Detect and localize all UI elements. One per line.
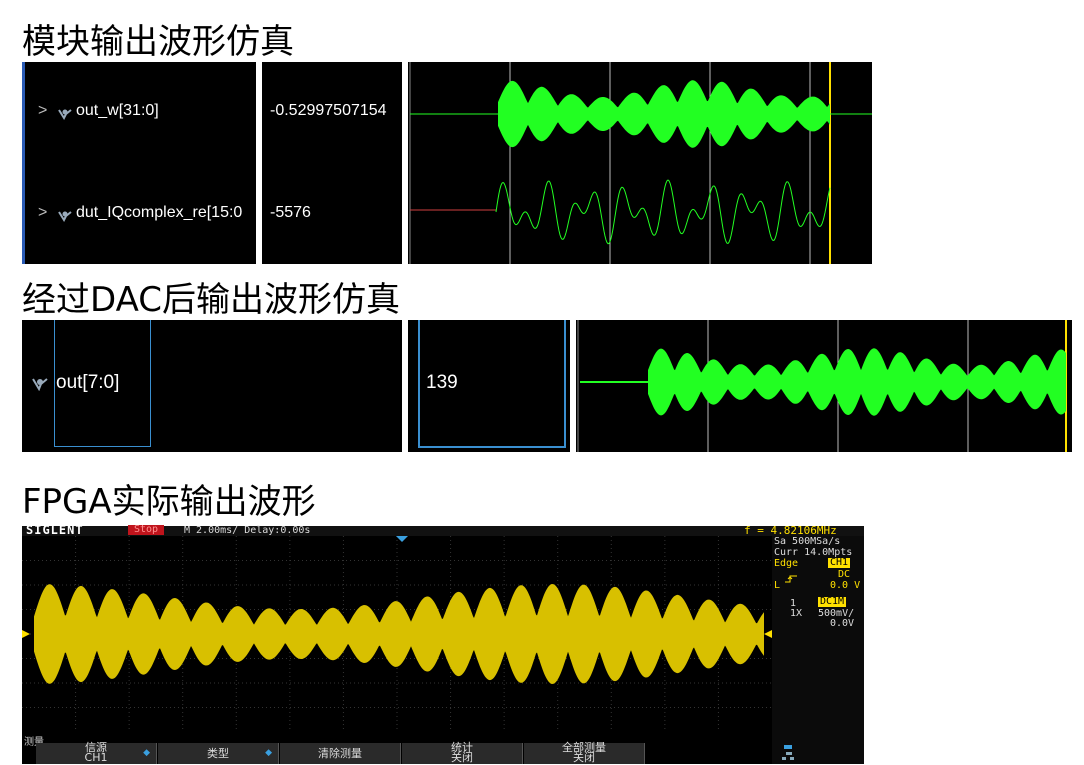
probe-attenuation: 1X: [790, 608, 803, 619]
network-icon: [782, 745, 796, 765]
waveform-dut-iqcomplex: [410, 179, 831, 245]
bus-signal-icon: [58, 105, 72, 124]
trigger-level: 0.0 V: [830, 580, 861, 591]
rising-edge-icon: [784, 569, 798, 588]
softkey-clear-measure[interactable]: 清除测量: [280, 743, 401, 764]
softkey-statistics[interactable]: 统计 关闭: [402, 742, 523, 764]
softkey-value: CH1: [84, 751, 108, 764]
softkey-label: 类型: [207, 747, 229, 760]
ch1-ground-marker: [22, 630, 30, 638]
selection-bar: [22, 62, 25, 264]
softkey-source[interactable]: 信源 CH1 ◆: [36, 742, 157, 764]
softkey-all-measure[interactable]: 全部测量 关闭: [524, 742, 645, 764]
softkey-label: 清除测量: [318, 747, 362, 760]
timebase-readout: M 2.00ms/ Delay:0.00s: [184, 525, 311, 536]
signal-row-out[interactable]: out[7:0]: [22, 370, 322, 398]
waveform-out-w: [410, 80, 872, 148]
signal-name: dut_IQcomplex_re[15:0: [76, 204, 243, 221]
sim1-values-panel: -0.52997507154 -5576: [262, 62, 402, 264]
arrow-icon: ◆: [143, 748, 150, 758]
ch1-envelope: [34, 584, 764, 684]
graticule: [22, 536, 772, 732]
softkey-value: 关闭: [451, 751, 473, 764]
envelope: [498, 80, 830, 148]
waveform-out: [580, 348, 1066, 416]
signal-value: 139: [426, 372, 458, 393]
sim2-names-panel: out[7:0]: [22, 320, 402, 452]
ch1-trace: [34, 584, 764, 684]
section-title-fpga: FPGA实际输出波形: [22, 482, 316, 522]
softkey-type[interactable]: 类型 ◆: [158, 743, 279, 764]
trigger-type: Edge: [774, 558, 799, 569]
trigger-position-marker: [396, 536, 408, 542]
network-status: [772, 743, 864, 764]
channel-offset: 0.0V: [830, 618, 855, 629]
brand-logo: SIGLENT: [26, 523, 84, 537]
envelope: [648, 348, 1066, 416]
signal-value: -0.52997507154: [270, 102, 387, 119]
expand-chevron-icon[interactable]: >: [38, 102, 47, 120]
trace: [495, 179, 831, 245]
signal-name: out[7:0]: [56, 372, 120, 393]
expand-chevron-icon[interactable]: >: [38, 204, 47, 222]
arrow-icon: ◆: [265, 748, 272, 758]
sim1-waveform-panel: [408, 62, 872, 264]
trigger-coupling: DC: [838, 569, 851, 580]
trigger-level-marker: [764, 630, 772, 638]
softkey-value: 关闭: [573, 751, 595, 764]
sample-rate: Sa 500MSa/s: [774, 536, 841, 547]
oscilloscope-screen: SIGLENT Stop M 2.00ms/ Delay:0.00s f = 4…: [22, 523, 864, 764]
section-title-dac-sim: 经过DAC后输出波形仿真: [22, 280, 400, 320]
bus-signal-icon: [32, 376, 48, 395]
section-title-module-sim: 模块输出波形仿真: [22, 22, 294, 62]
scope-top-bar: SIGLENT Stop M 2.00ms/ Delay:0.00s f = 4…: [22, 523, 864, 537]
sim2-waveform-panel: [576, 320, 1072, 452]
signal-row-out-w[interactable]: > out_w[31:0]: [22, 100, 256, 124]
run-state-badge[interactable]: Stop: [128, 525, 165, 535]
scope-info-panel: Sa 500MSa/s Curr 14.0Mpts Edge CH1 DC L …: [772, 536, 864, 746]
signal-name: out_w[31:0]: [76, 102, 159, 119]
sim1-names-panel: > out_w[31:0] > dut_IQcomplex_re[15:0: [22, 62, 256, 264]
bus-signal-icon: [58, 207, 72, 226]
trigger-source: CH1: [828, 557, 851, 568]
sim2-values-panel: 139: [408, 320, 570, 452]
trigger-level-label: L: [774, 580, 781, 591]
signal-row-dut-iqcomplex[interactable]: > dut_IQcomplex_re[15:0: [22, 202, 256, 226]
signal-value: -5576: [270, 204, 311, 221]
channel-coupling: DC1M: [818, 596, 847, 607]
